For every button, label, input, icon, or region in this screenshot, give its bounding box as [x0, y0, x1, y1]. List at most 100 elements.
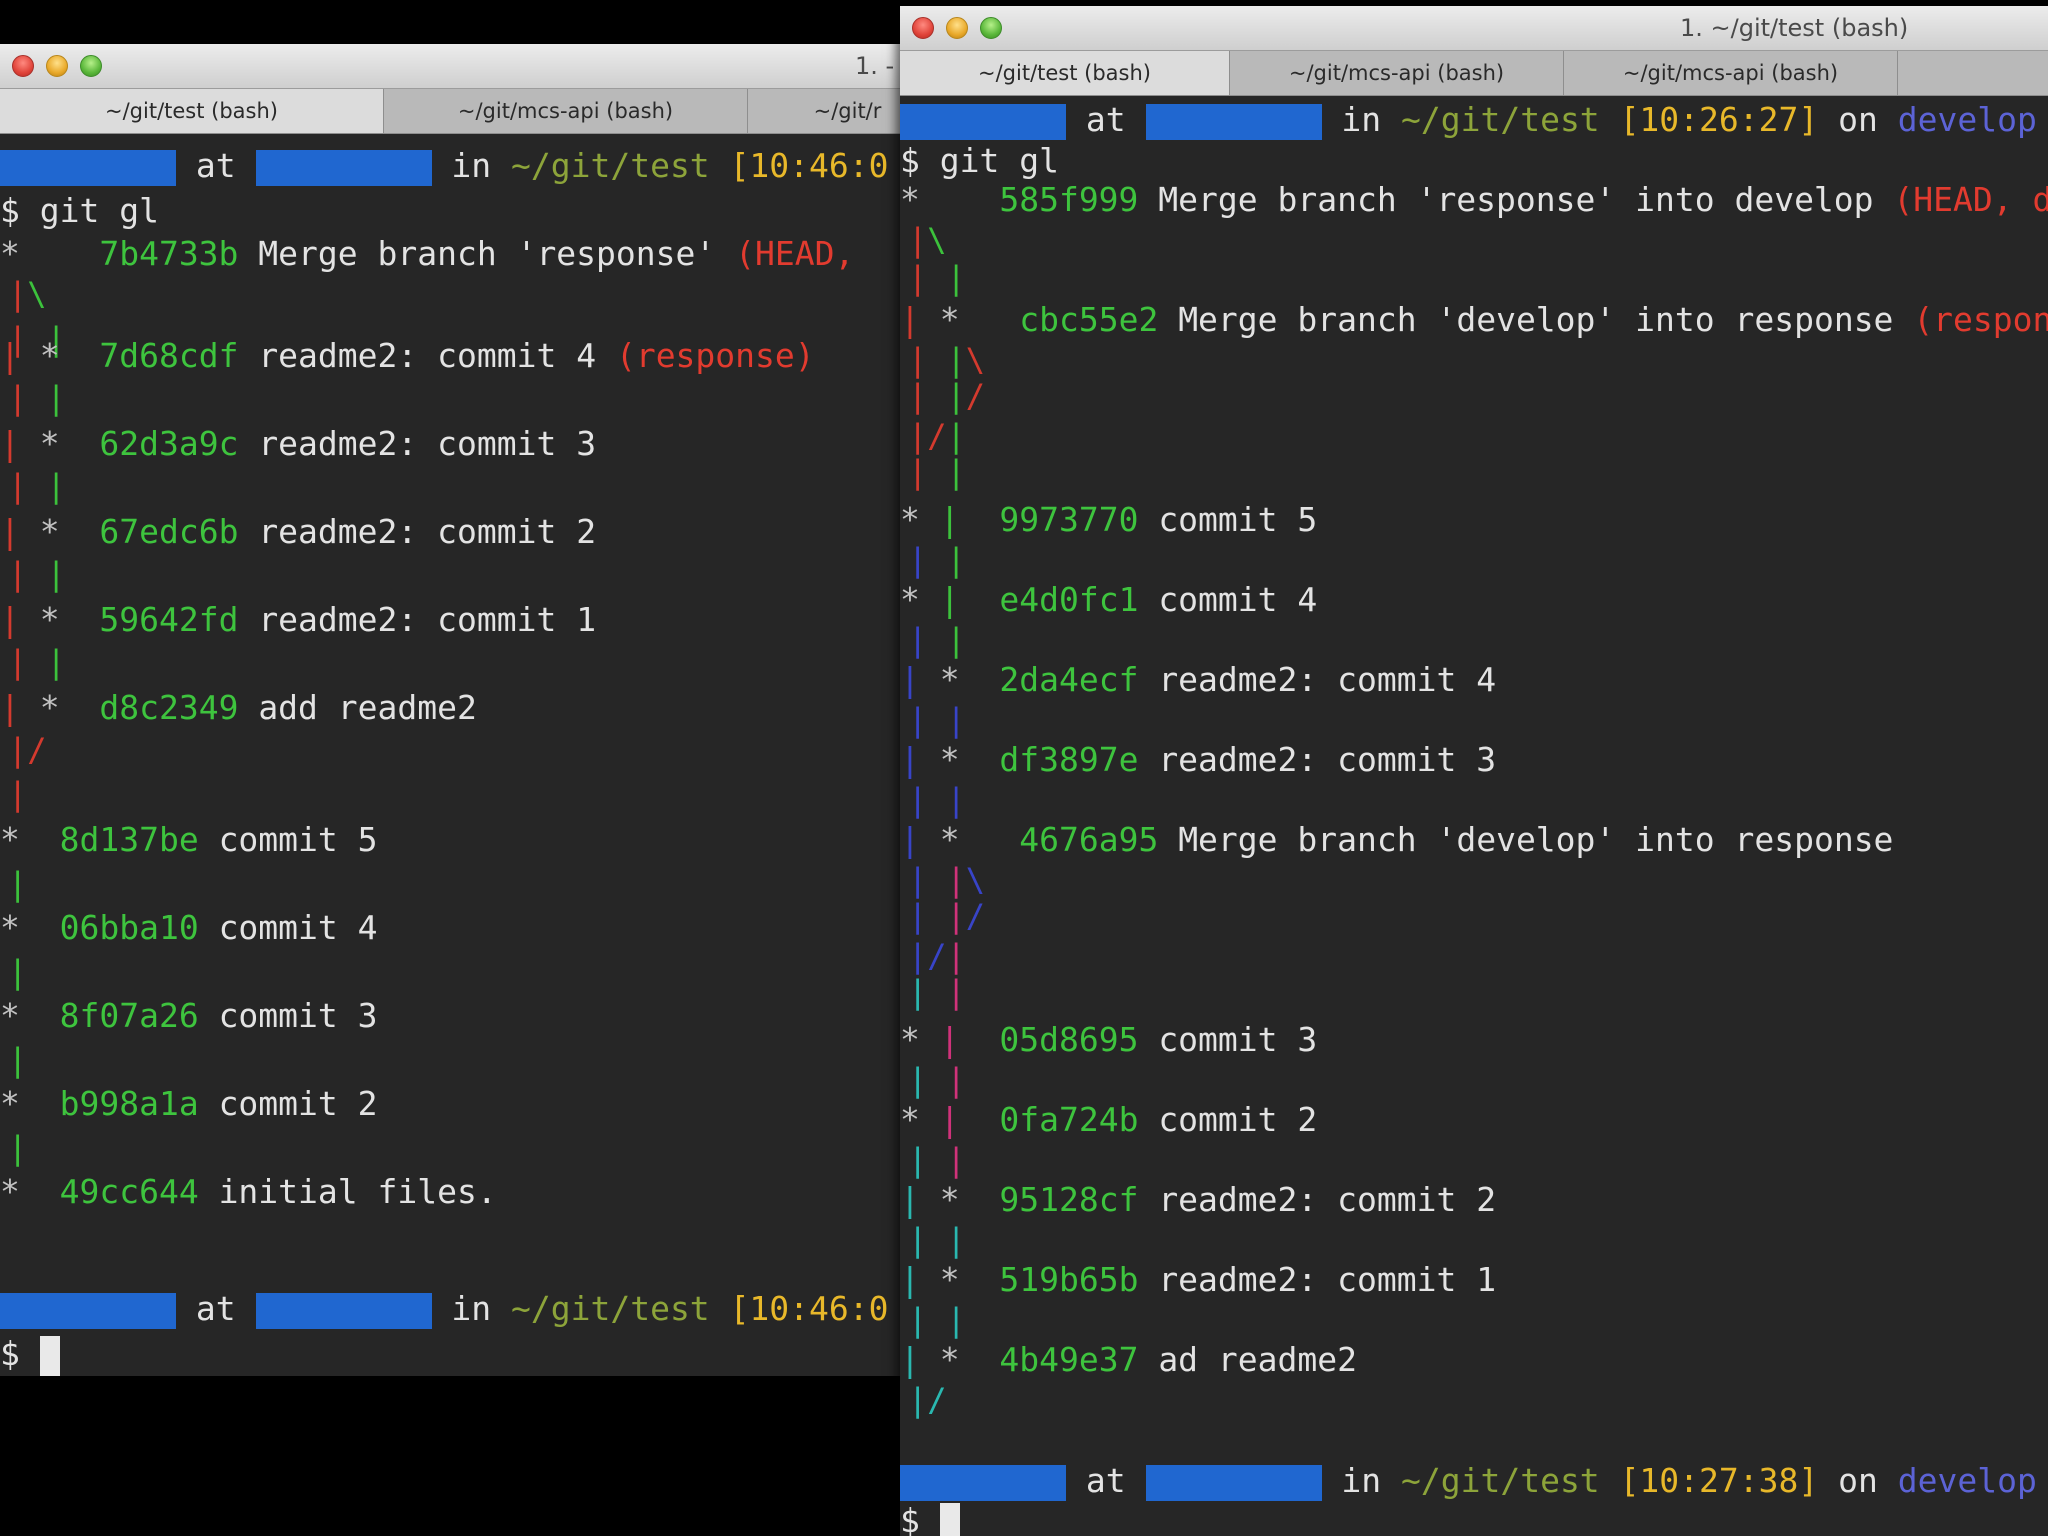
commit-message: commit 5 [1158, 500, 1318, 539]
commit-message: readme2: commit 1 [258, 600, 597, 639]
redacted-host [255, 149, 432, 186]
commit-message: readme2: commit 2 [258, 512, 597, 551]
tab-mcs-api[interactable]: ~/git/mcs-api (bash) [384, 89, 748, 133]
graph-edge: | |/ [908, 377, 986, 415]
right-terminal-window: 1. ~/git/test (bash) ~/git/test (bash) ~… [900, 6, 2048, 1536]
left-terminal-window: 1. - ~/git/test (bash) ~/git/mcs-api (ba… [0, 44, 902, 1376]
commit-message: commit 3 [218, 996, 378, 1035]
graph-edge: |/ [8, 731, 47, 769]
prompt-on: on [1838, 100, 1878, 139]
redacted-host [1145, 1464, 1322, 1501]
left-terminal-output[interactable]: at in ~/git/test [10:46:0 $ git gl * 7b4… [0, 134, 902, 1376]
graph-edge: | [8, 865, 28, 903]
tab-mcs-api[interactable]: ~/git/mcs-api (bash) [1230, 51, 1564, 95]
graph-edge: | | [908, 1141, 966, 1179]
commit-row: * | 0fa724b commit 2 [900, 1100, 1318, 1139]
text-cursor [39, 1335, 60, 1376]
commit-hash: 9973770 [999, 500, 1139, 539]
prompt-path: ~/git/test [1401, 1461, 1600, 1500]
close-button[interactable] [912, 17, 934, 39]
graph-edge: | | [908, 259, 966, 297]
redacted-host [1145, 103, 1322, 140]
commit-message: commit 2 [218, 1084, 378, 1123]
commit-message: readme2: commit 3 [1158, 740, 1497, 779]
prompt-symbol: $ [900, 1501, 920, 1536]
commit-ref: (response) [615, 336, 815, 375]
prompt-in: in [1341, 1461, 1382, 1500]
graph-edge: |\ [908, 221, 947, 259]
close-button[interactable] [12, 55, 34, 77]
tab-mcs-api-2[interactable]: ~/git/mcs-api (bash) [1564, 51, 1898, 95]
graph-edge: | | [908, 1301, 966, 1339]
prompt-time: [10:26:27] [1619, 100, 1819, 139]
commit-ref: (respons [1913, 300, 2048, 339]
zoom-button[interactable] [980, 17, 1002, 39]
prompt-line: at in ~/git/test [10:27:38] on develop [900, 1461, 2037, 1501]
commit-row: * 7b4733b Merge branch 'response' (HEAD, [0, 234, 854, 274]
commit-hash: 95128cf [999, 1180, 1139, 1219]
commit-message: commit 2 [1158, 1100, 1318, 1139]
graph-edge: | | [8, 379, 66, 417]
right-window-title: 1. ~/git/test (bash) [1680, 14, 1909, 42]
prompt-in: in [451, 146, 492, 185]
tab-git-r[interactable]: ~/git/r [748, 89, 902, 133]
redacted-host [255, 1292, 432, 1329]
graph-edge: | | [908, 541, 966, 579]
commit-hash: 585f999 [999, 180, 1139, 219]
prompt-line: at in ~/git/test [10:26:27] on develop [900, 100, 2037, 140]
redacted-user [900, 103, 1066, 140]
commit-message: Merge branch 'response' into develop [1158, 180, 1874, 219]
commit-row: * | 05d8695 commit 3 [900, 1020, 1318, 1059]
zoom-button[interactable] [80, 55, 102, 77]
input-line[interactable]: $ [0, 1334, 60, 1376]
input-line[interactable]: $ [900, 1501, 960, 1536]
command-line: $ git gl [0, 191, 159, 230]
minimize-button[interactable] [46, 55, 68, 77]
minimize-button[interactable] [946, 17, 968, 39]
graph-edge: | |\ [908, 861, 986, 899]
prompt-in: in [1341, 100, 1382, 139]
prompt-time: [10:46:0 [729, 146, 889, 185]
commit-message: add readme2 [258, 688, 477, 727]
commit-row: | * 2da4ecf readme2: commit 4 [900, 660, 1497, 699]
graph-edge: |\ [8, 275, 47, 313]
text-cursor [939, 1502, 960, 1536]
graph-edge: |/| [908, 937, 966, 975]
commit-message: readme2: commit 2 [1158, 1180, 1497, 1219]
commit-message: ad readme2 [1158, 1340, 1357, 1379]
right-tab-bar: ~/git/test (bash) ~/git/mcs-api (bash) ~… [900, 51, 2048, 96]
commit-message: readme2: commit 4 [1158, 660, 1497, 699]
tab-git-test[interactable]: ~/git/test (bash) [0, 89, 384, 133]
prompt-path: ~/git/test [511, 1289, 710, 1328]
prompt-branch: develop [1897, 100, 2037, 139]
prompt-at: at [195, 146, 236, 185]
left-window-title: 1. - [855, 52, 895, 80]
commit-hash: 05d8695 [999, 1020, 1139, 1059]
prompt-at: at [1085, 1461, 1126, 1500]
graph-edge: | | [908, 701, 966, 739]
graph-edge: | | [8, 555, 66, 593]
commit-row: | * d8c2349 add readme2 [0, 688, 477, 727]
commit-row: * | 9973770 commit 5 [900, 500, 1318, 539]
graph-edge: | | [8, 467, 66, 505]
commit-hash: 2da4ecf [999, 660, 1139, 699]
commit-hash: b998a1a [59, 1084, 199, 1123]
commit-hash: 4b49e37 [999, 1340, 1139, 1379]
commit-row: * | e4d0fc1 commit 4 [900, 580, 1318, 619]
tab-git-test[interactable]: ~/git/test (bash) [900, 51, 1230, 95]
commit-row: * b998a1a commit 2 [0, 1084, 378, 1123]
commit-row: | * 519b65b readme2: commit 1 [900, 1260, 1497, 1299]
commit-message: readme2: commit 1 [1158, 1260, 1497, 1299]
commit-hash: 519b65b [999, 1260, 1139, 1299]
right-terminal-output[interactable]: at in ~/git/test [10:26:27] on develop $… [900, 96, 2048, 1536]
graph-edge: | | [908, 1061, 966, 1099]
graph-edge: | [0, 336, 40, 375]
commit-message: commit 4 [218, 908, 378, 947]
commit-hash: 0fa724b [999, 1100, 1139, 1139]
graph-edge: |/| [908, 417, 966, 455]
graph-edge: | | [908, 1221, 966, 1259]
commit-hash: 7d68cdf [99, 336, 239, 375]
prompt-path: ~/git/test [511, 146, 710, 185]
commit-row: | * 67edc6b readme2: commit 2 [0, 512, 597, 551]
prompt-in: in [451, 1289, 492, 1328]
